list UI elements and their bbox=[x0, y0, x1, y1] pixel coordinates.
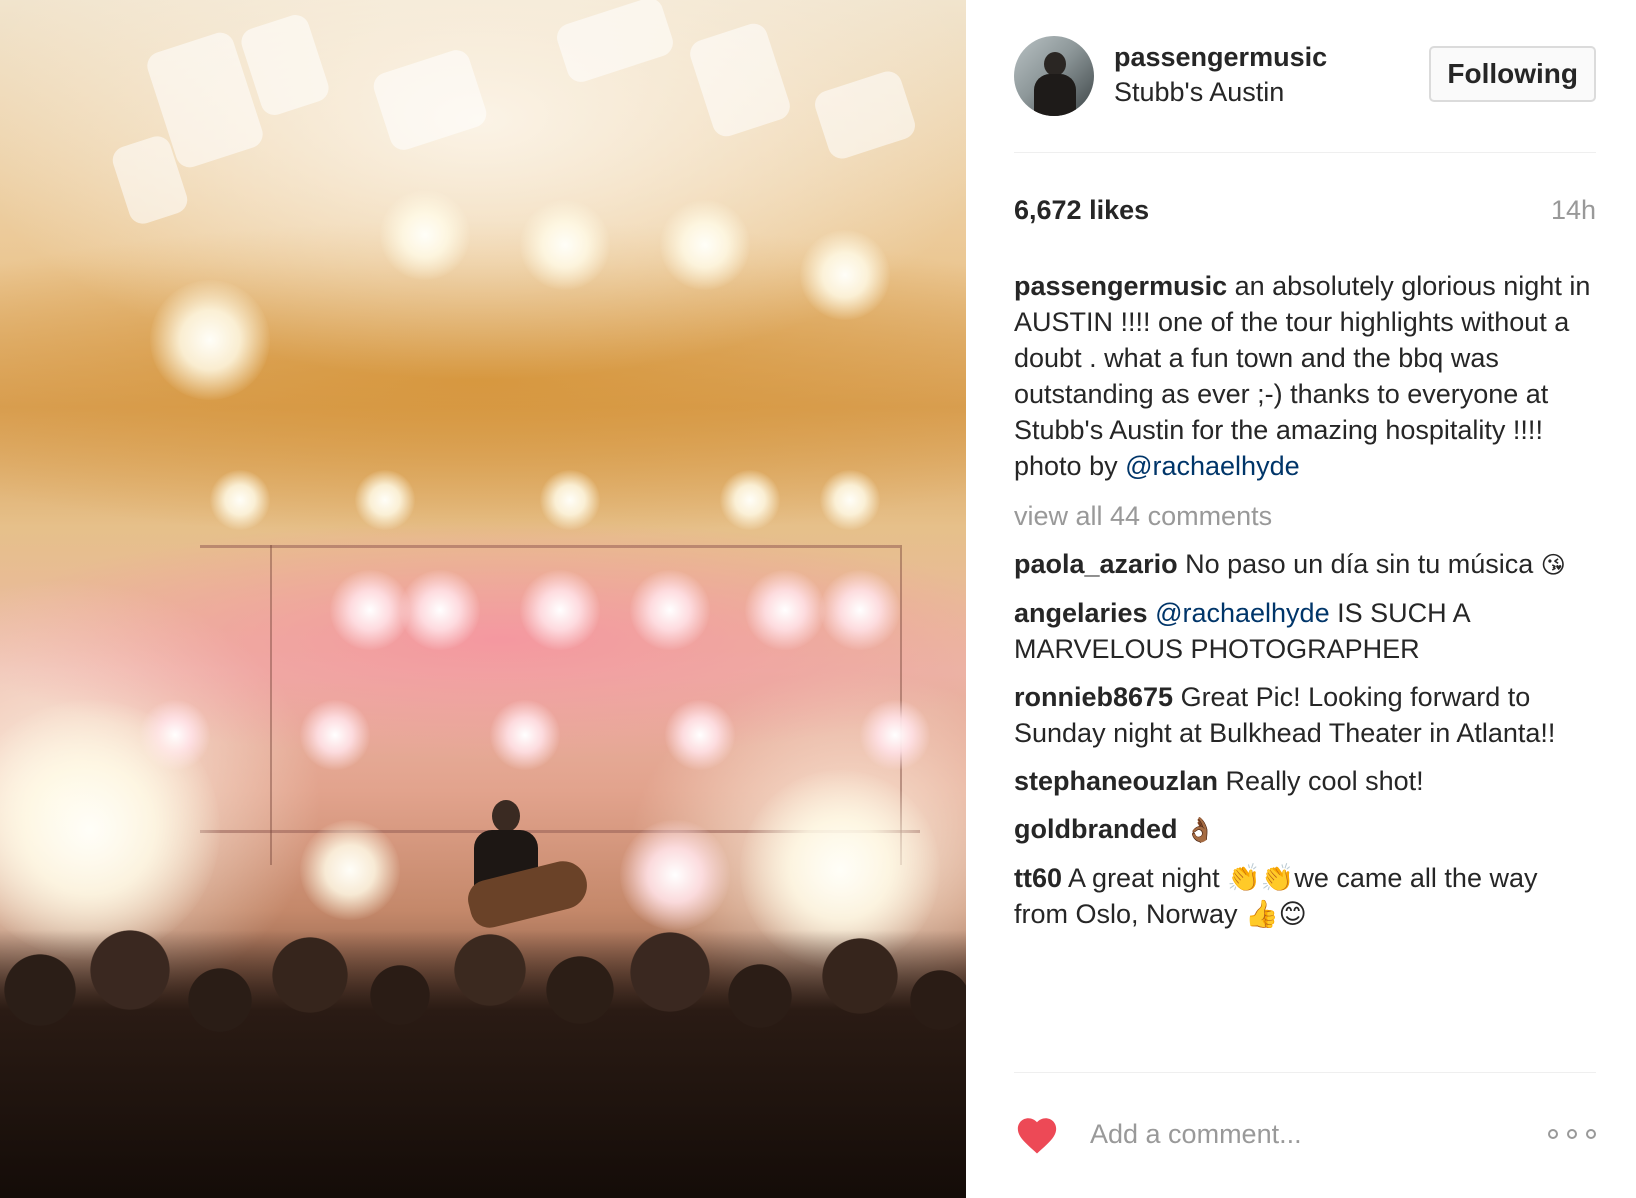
comments-section: passengermusic an absolutely glorious ni… bbox=[1014, 268, 1596, 932]
photo-stage-light bbox=[380, 190, 470, 280]
photo-stage-light bbox=[745, 570, 825, 650]
comment-item: tt60 A great night 👏👏we came all the way… bbox=[1014, 860, 1596, 932]
post-timestamp[interactable]: 14h bbox=[1551, 195, 1596, 226]
caption-text: an absolutely glorious night in AUSTIN !… bbox=[1014, 271, 1591, 481]
post-caption: passengermusic an absolutely glorious ni… bbox=[1014, 268, 1596, 484]
photo-stage-light bbox=[630, 570, 710, 650]
kiss-emoji: 😘 bbox=[1540, 551, 1566, 579]
photo-ceiling-shard bbox=[370, 46, 490, 154]
more-dot bbox=[1567, 1129, 1577, 1139]
photo-stage-light bbox=[540, 470, 600, 530]
photo-stage-light bbox=[860, 700, 930, 770]
photo-stage-light bbox=[355, 470, 415, 530]
post-details-panel: passengermusic Stubb's Austin Following … bbox=[966, 0, 1636, 1198]
likes-count[interactable]: 6,672 likes bbox=[1014, 195, 1149, 226]
comment-text bbox=[1178, 814, 1186, 844]
comment-item: angelaries @rachaelhyde IS SUCH A MARVEL… bbox=[1014, 595, 1596, 667]
caption-mention[interactable]: @rachaelhyde bbox=[1125, 451, 1300, 481]
more-options-icon[interactable] bbox=[1548, 1122, 1596, 1146]
comment-username[interactable]: paola_azario bbox=[1014, 549, 1178, 579]
photo-stage-light bbox=[330, 570, 410, 650]
photo-performer-head bbox=[492, 800, 520, 832]
post-username[interactable]: passengermusic bbox=[1114, 42, 1327, 73]
comment-item: goldbranded 👌🏾 bbox=[1014, 811, 1596, 848]
photo-stage-light bbox=[300, 820, 400, 920]
more-dot bbox=[1548, 1129, 1558, 1139]
comment-username[interactable]: ronnieb8675 bbox=[1014, 682, 1173, 712]
add-comment-bar bbox=[1014, 1106, 1596, 1162]
post-photo[interactable] bbox=[0, 0, 966, 1198]
photo-ceiling-shard bbox=[686, 20, 794, 140]
photo-stage-light bbox=[820, 470, 880, 530]
photo-stage-light bbox=[490, 700, 560, 770]
comment-text: A great night 👏👏we came all the way from… bbox=[1014, 863, 1538, 929]
avatar-figure-body bbox=[1034, 74, 1076, 116]
photo-stage-light bbox=[820, 570, 900, 650]
photo-stage-light bbox=[665, 700, 735, 770]
photo-stage-light bbox=[520, 570, 600, 650]
post-header: passengermusic Stubb's Austin Following bbox=[1014, 34, 1596, 118]
comment-item: paola_azario No paso un día sin tu músic… bbox=[1014, 546, 1596, 583]
photo-stage-light bbox=[210, 470, 270, 530]
photo-stage-light bbox=[620, 820, 730, 930]
photo-crowd bbox=[0, 930, 966, 1198]
comments-divider bbox=[1014, 1072, 1596, 1073]
comment-item: stephaneouzlan Really cool shot! bbox=[1014, 763, 1596, 799]
photo-stage-light bbox=[300, 700, 370, 770]
caption-username[interactable]: passengermusic bbox=[1014, 271, 1227, 301]
avatar[interactable] bbox=[1014, 36, 1094, 116]
photo-stage-light bbox=[520, 200, 610, 290]
comment-username[interactable]: goldbranded bbox=[1014, 814, 1178, 844]
photo-performer bbox=[463, 800, 593, 940]
photo-stage-light bbox=[660, 200, 750, 290]
photo-stage-light bbox=[150, 280, 270, 400]
photo-stage-light bbox=[720, 470, 780, 530]
photo-truss bbox=[200, 545, 900, 548]
comment-item: ronnieb8675 Great Pic! Looking forward t… bbox=[1014, 679, 1596, 751]
post-location[interactable]: Stubb's Austin bbox=[1114, 77, 1284, 108]
photo-stage-light bbox=[400, 570, 480, 650]
comment-text: No paso un día sin tu música bbox=[1177, 549, 1541, 579]
photo-ceiling-shard bbox=[553, 0, 677, 86]
photo-ceiling-shard bbox=[811, 67, 919, 163]
photo-truss-pole bbox=[270, 545, 272, 865]
comment-username[interactable]: tt60 bbox=[1014, 863, 1062, 893]
header-divider bbox=[1014, 152, 1596, 153]
avatar-figure-head bbox=[1044, 52, 1066, 76]
comment-text: Really cool shot! bbox=[1218, 766, 1424, 796]
comment-username[interactable]: angelaries bbox=[1014, 598, 1148, 628]
add-comment-input[interactable] bbox=[1090, 1112, 1530, 1156]
ok-hand-emoji: 👌🏾 bbox=[1185, 816, 1215, 844]
comment-username[interactable]: stephaneouzlan bbox=[1014, 766, 1218, 796]
view-all-comments-link[interactable]: view all 44 comments bbox=[1014, 498, 1596, 534]
more-dot bbox=[1586, 1129, 1596, 1139]
photo-stage-light bbox=[800, 230, 890, 320]
comment-mention[interactable]: @rachaelhyde bbox=[1148, 598, 1330, 628]
following-button[interactable]: Following bbox=[1429, 46, 1596, 102]
heart-icon[interactable] bbox=[1014, 1112, 1060, 1156]
